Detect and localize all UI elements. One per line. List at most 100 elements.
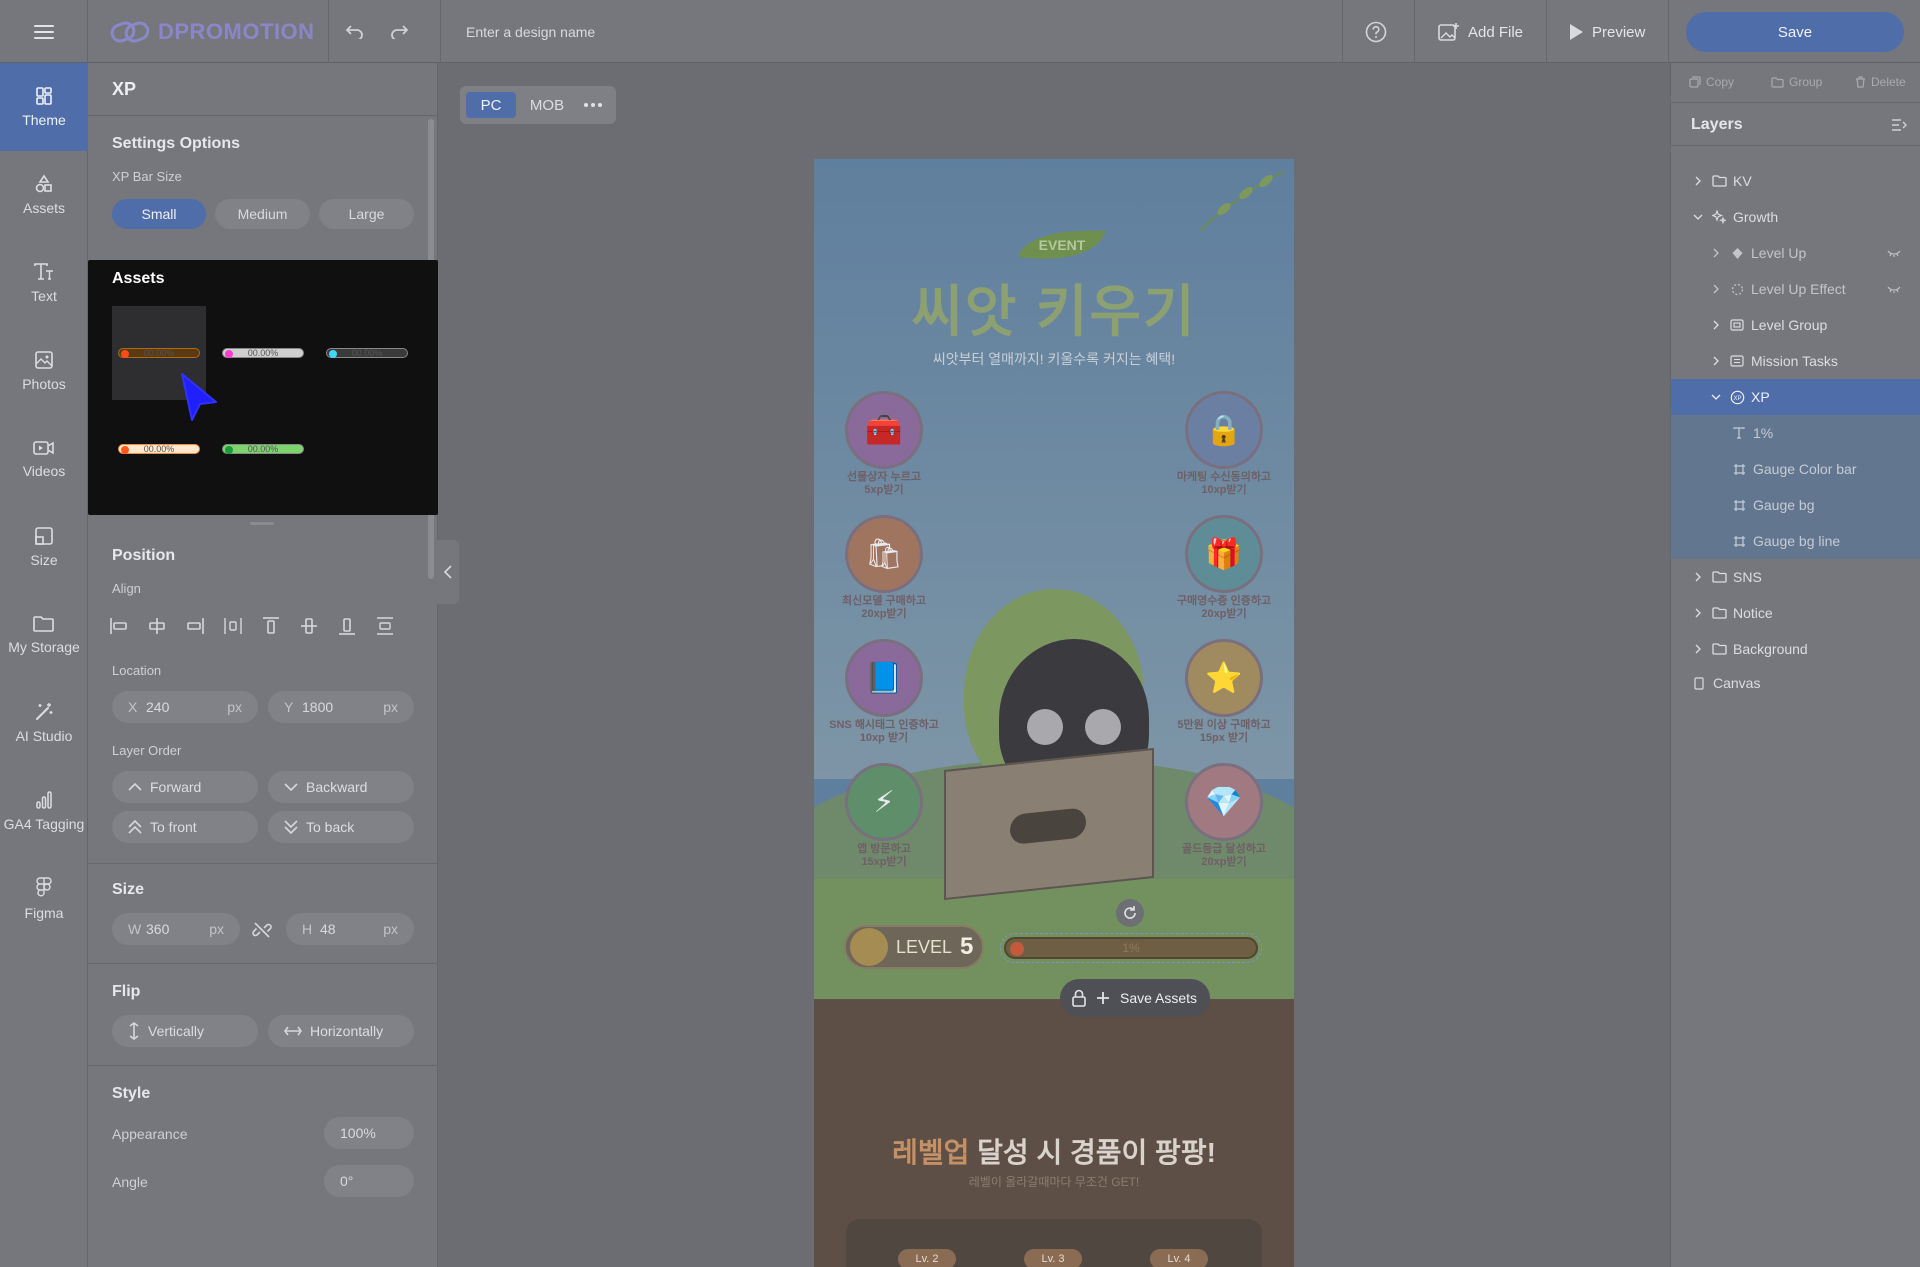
expand-toggle[interactable] xyxy=(1709,282,1723,296)
asset-xp-bar-green[interactable]: 00.00% xyxy=(216,402,310,496)
align-center-h-button[interactable] xyxy=(142,611,172,641)
expand-toggle[interactable] xyxy=(1709,354,1723,368)
mission-item[interactable]: ⚡ 앱 방문하고 15xp받기 xyxy=(824,763,944,869)
rail-item-assets[interactable]: Assets xyxy=(0,151,88,239)
xp-bar-selected[interactable]: 1% xyxy=(1000,933,1262,963)
more-options-button[interactable] xyxy=(578,92,608,118)
to-front-button[interactable]: To front xyxy=(112,811,258,843)
layer-type-icon xyxy=(1711,641,1727,657)
mission-item[interactable]: ⭐ 5만원 이상 구매하고 15px 받기 xyxy=(1164,639,1284,745)
add-file-button[interactable]: Add File xyxy=(1438,14,1523,50)
pc-view-button[interactable]: PC xyxy=(466,92,516,118)
expand-toggle[interactable] xyxy=(1691,570,1705,584)
asset-xp-bar-dark[interactable]: 00.00% xyxy=(320,306,414,400)
expand-toggle[interactable] xyxy=(1691,606,1705,620)
rail-item-text[interactable]: Text xyxy=(0,239,88,327)
preview-button[interactable]: Preview xyxy=(1568,14,1645,50)
rail-item-size[interactable]: Size xyxy=(0,503,88,591)
rotate-handle[interactable] xyxy=(1116,899,1144,927)
layer-row[interactable]: Gauge Color bar xyxy=(1671,451,1920,487)
flip-horizontal-button[interactable]: Horizontally xyxy=(268,1015,414,1047)
mission-item[interactable]: 🎁 구매영수증 인증하고 20xp받기 xyxy=(1164,515,1284,621)
rail-item-theme[interactable]: Theme xyxy=(0,63,88,151)
mission-item[interactable]: 📘 SNS 해시태그 인증하고 10xp 받기 xyxy=(824,639,944,745)
rail-item-my-storage[interactable]: My Storage xyxy=(0,591,88,679)
layer-row[interactable]: 1% xyxy=(1671,415,1920,451)
resize-handle[interactable] xyxy=(250,522,274,525)
collapse-panel-button[interactable] xyxy=(437,540,459,604)
layer-row[interactable]: Growth xyxy=(1671,199,1920,235)
backward-button[interactable]: Backward xyxy=(268,771,414,803)
layer-row[interactable]: Level Up xyxy=(1671,235,1920,271)
visibility-toggle[interactable] xyxy=(1887,285,1901,293)
angle-field[interactable]: 0° xyxy=(324,1165,414,1197)
rail-item-ai-studio[interactable]: AI Studio xyxy=(0,679,88,767)
undo-button[interactable] xyxy=(340,14,370,48)
rail-item-figma[interactable]: Figma xyxy=(0,855,88,943)
group-button[interactable]: Group xyxy=(1771,75,1822,89)
rail-item-ga4-tagging[interactable]: GA4 Tagging xyxy=(0,767,88,855)
align-right-button[interactable] xyxy=(180,611,210,641)
expand-toggle[interactable] xyxy=(1709,390,1723,404)
layer-row[interactable]: XP XP xyxy=(1671,379,1920,415)
mission-item[interactable]: 🧰 선물상자 누르고 5xp받기 xyxy=(824,391,944,497)
divider xyxy=(1414,0,1415,63)
mission-item[interactable]: 💎 골드등급 달성하고 20xp받기 xyxy=(1164,763,1284,869)
expand-toggle[interactable] xyxy=(1709,318,1723,332)
design-name-input[interactable] xyxy=(466,20,866,44)
rail-item-videos[interactable]: Videos xyxy=(0,415,88,503)
align-top-button[interactable] xyxy=(256,611,286,641)
visibility-toggle[interactable] xyxy=(1887,249,1901,257)
height-field[interactable]: H 48 px xyxy=(286,913,414,945)
layer-row[interactable]: Level Up Effect xyxy=(1671,271,1920,307)
asset-xp-bar-silver[interactable]: 00.00% xyxy=(216,306,310,400)
align-middle-v-button[interactable] xyxy=(294,611,324,641)
copy-button[interactable]: Copy xyxy=(1689,75,1734,89)
layer-row[interactable]: Gauge bg line xyxy=(1671,523,1920,559)
menu-button[interactable] xyxy=(0,0,88,63)
mission-line1: 5만원 이상 구매하고 xyxy=(1177,719,1271,731)
expand-toggle[interactable] xyxy=(1709,246,1723,260)
appearance-field[interactable]: 100% xyxy=(324,1117,414,1149)
align-bottom-button[interactable] xyxy=(332,611,362,641)
delete-button[interactable]: Delete xyxy=(1855,75,1906,89)
lock-ratio-button[interactable] xyxy=(248,919,276,941)
align-left-button[interactable] xyxy=(104,611,134,641)
distribute-v-button[interactable] xyxy=(370,611,400,641)
layer-row[interactable]: Background xyxy=(1671,631,1920,667)
layer-row[interactable]: KV xyxy=(1671,163,1920,199)
forward-button[interactable]: Forward xyxy=(112,771,258,803)
size-large-button[interactable]: Large xyxy=(319,199,414,229)
redo-button[interactable] xyxy=(384,14,414,48)
size-small-button[interactable]: Small xyxy=(112,199,206,229)
expand-toggle[interactable] xyxy=(1691,210,1705,224)
collapse-all-icon[interactable] xyxy=(1891,118,1907,132)
brand-logo[interactable]: DPROMOTION xyxy=(110,17,315,47)
layer-row[interactable]: SNS xyxy=(1671,559,1920,595)
layer-row[interactable]: Mission Tasks xyxy=(1671,343,1920,379)
layer-row[interactable]: Notice xyxy=(1671,595,1920,631)
layer-row[interactable]: Canvas xyxy=(1671,667,1920,699)
mobile-view-button[interactable]: MOB xyxy=(522,92,572,118)
expand-toggle[interactable] xyxy=(1691,642,1705,656)
mission-item[interactable]: 🔒 마케팅 수신동의하고 10xp받기 xyxy=(1164,391,1284,497)
align-middle-v-icon xyxy=(301,618,317,634)
to-back-button[interactable]: To back xyxy=(268,811,414,843)
mission-item[interactable]: 🛍 최신모델 구매하고 20xp받기 xyxy=(824,515,944,621)
artboard[interactable]: EVENT 씨앗 키우기 씨앗부터 열매까지! 키울수록 커지는 혜택! 🧰 선… xyxy=(814,159,1294,1267)
y-field[interactable]: Y 1800 px xyxy=(268,691,414,723)
help-button[interactable] xyxy=(1360,16,1392,48)
flip-vertical-button[interactable]: Vertically xyxy=(112,1015,258,1047)
x-prefix: X xyxy=(128,699,138,715)
distribute-h-button[interactable] xyxy=(218,611,248,641)
rail-item-photos[interactable]: Photos xyxy=(0,327,88,415)
x-field[interactable]: X 240 px xyxy=(112,691,258,723)
save-assets-button[interactable]: Save Assets xyxy=(1060,979,1210,1017)
width-field[interactable]: W 360 px xyxy=(112,913,240,945)
layer-row[interactable]: Gauge bg xyxy=(1671,487,1920,523)
layer-row[interactable]: Level Group xyxy=(1671,307,1920,343)
size-medium-button[interactable]: Medium xyxy=(215,199,310,229)
expand-toggle[interactable] xyxy=(1691,174,1705,188)
save-button[interactable]: Save xyxy=(1686,12,1904,52)
layer-name: Notice xyxy=(1733,605,1773,621)
